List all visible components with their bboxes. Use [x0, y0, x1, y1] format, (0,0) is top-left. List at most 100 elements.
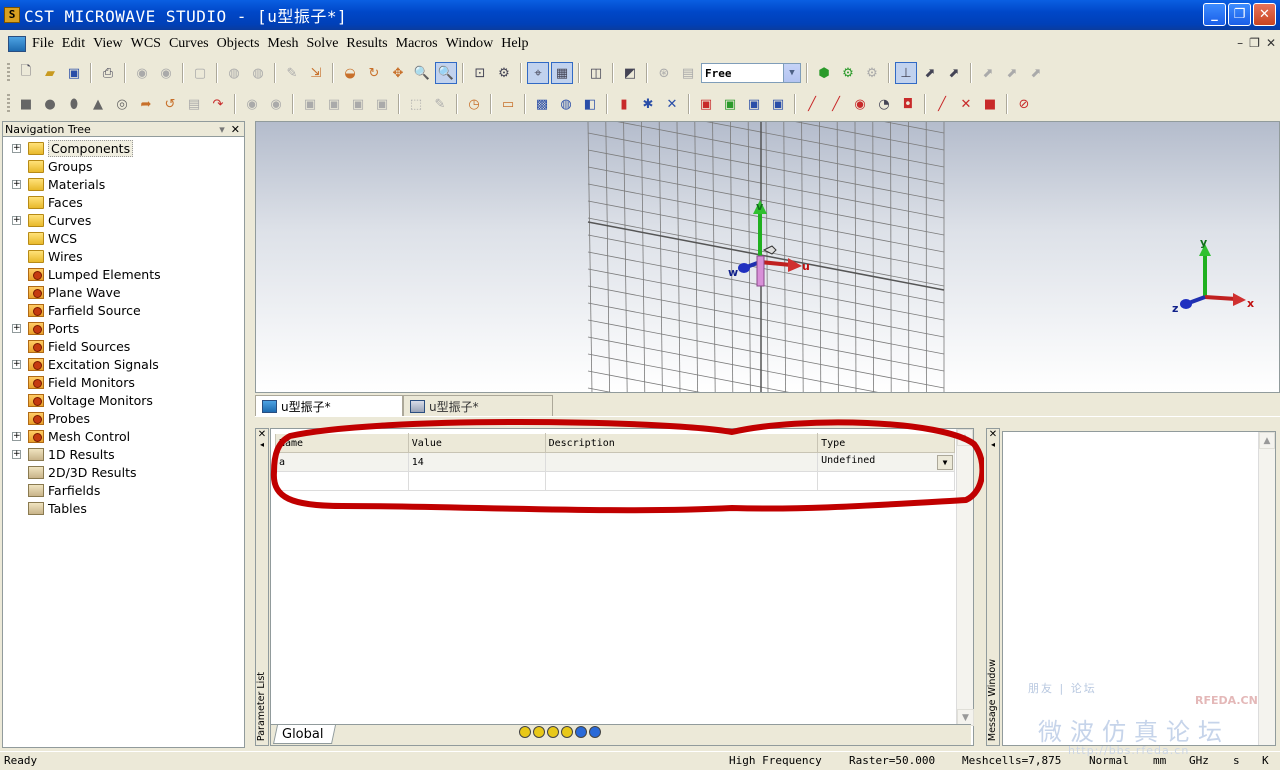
doc-minimize-button[interactable]: –: [1237, 36, 1243, 50]
menu-wcs[interactable]: WCS: [127, 32, 165, 56]
edit-icon[interactable]: ✎: [281, 62, 303, 84]
table-row[interactable]: a 14 Undefined ▼: [275, 452, 955, 472]
scroll-up-icon[interactable]: ▲: [957, 429, 973, 446]
menu-solve[interactable]: Solve: [303, 32, 343, 56]
3d-scene[interactable]: v u w y x z: [256, 122, 1280, 393]
tab-global[interactable]: Global: [272, 725, 337, 744]
expand-icon[interactable]: +: [12, 179, 21, 189]
line-icon[interactable]: ╱: [801, 93, 823, 115]
extrude-icon[interactable]: ➦: [135, 93, 157, 115]
document-icon[interactable]: [8, 36, 26, 52]
shape-icon[interactable]: ◩: [619, 62, 641, 84]
tree-item[interactable]: Probes: [3, 409, 244, 427]
rectangle-icon[interactable]: ■: [979, 93, 1001, 115]
menu-view[interactable]: View: [89, 32, 126, 56]
type-dropdown-icon[interactable]: ▼: [937, 454, 953, 470]
cone-icon[interactable]: ▲: [87, 93, 109, 115]
tree-item[interactable]: + Mesh Control: [3, 427, 244, 445]
message-window-collapse-icon[interactable]: ◂: [987, 440, 999, 449]
parameter-list-scrollbar[interactable]: ▲ ▼: [956, 429, 974, 726]
tree-item[interactable]: Wires: [3, 247, 244, 265]
wcs-toggle-icon[interactable]: ⌖: [527, 62, 549, 84]
expand-icon[interactable]: +: [12, 323, 21, 333]
transform-icon[interactable]: ▣: [299, 93, 321, 115]
mode-select[interactable]: Free ▼: [701, 63, 801, 83]
param-value-cell[interactable]: [407, 471, 546, 491]
param-type-cell[interactable]: Undefined ▼: [817, 452, 955, 472]
arc-icon[interactable]: ◔: [873, 93, 895, 115]
parameter-list-collapse-icon[interactable]: ◂: [256, 440, 268, 449]
symmetry-icon[interactable]: ◧: [579, 93, 601, 115]
view-settings-icon[interactable]: ⚙: [493, 62, 515, 84]
bend-icon[interactable]: ↷: [207, 93, 229, 115]
scale-icon[interactable]: ▣: [371, 93, 393, 115]
torus-icon[interactable]: ◎: [111, 93, 133, 115]
waveguide-port-icon[interactable]: ▮: [613, 93, 635, 115]
measure-3-icon[interactable]: ⬈: [1025, 62, 1047, 84]
rotate-icon[interactable]: ◒: [339, 62, 361, 84]
reset-view-icon[interactable]: ⊡: [469, 62, 491, 84]
parameter-list-close-icon[interactable]: ✕: [256, 429, 268, 440]
tree-item[interactable]: WCS: [3, 229, 244, 247]
solid-icon[interactable]: ⬢: [813, 62, 835, 84]
menu-file[interactable]: File: [28, 32, 58, 56]
mirror-icon[interactable]: ▣: [323, 93, 345, 115]
background-icon[interactable]: ▩: [531, 93, 553, 115]
doc-close-button[interactable]: ✕: [1266, 36, 1276, 50]
tab-3d-document[interactable]: u型振子*: [255, 395, 403, 416]
tree-item[interactable]: + Excitation Signals: [3, 355, 244, 373]
column-type[interactable]: Type: [817, 433, 955, 453]
tree-item[interactable]: +1D Results: [3, 445, 244, 463]
menu-mesh[interactable]: Mesh: [263, 32, 302, 56]
save-icon[interactable]: ▣: [63, 62, 85, 84]
table-row[interactable]: [275, 471, 955, 491]
pick-icon[interactable]: ▤: [677, 62, 699, 84]
curve-line-icon[interactable]: ╱: [931, 93, 953, 115]
units-icon[interactable]: ▭: [497, 93, 519, 115]
tree-item[interactable]: Plane Wave: [3, 283, 244, 301]
tree-item[interactable]: Faces: [3, 193, 244, 211]
tree-item[interactable]: + Components: [3, 139, 244, 157]
panel-close-icon[interactable]: ✕: [231, 123, 240, 136]
pan-icon[interactable]: ✥: [387, 62, 409, 84]
blend-icon[interactable]: ✎: [429, 93, 451, 115]
menu-edit[interactable]: Edit: [58, 32, 89, 56]
column-value[interactable]: Value: [407, 433, 546, 453]
mesh-view-icon[interactable]: ⚙: [837, 62, 859, 84]
history-list-icon[interactable]: ◷: [463, 93, 485, 115]
expand-icon[interactable]: +: [12, 359, 21, 369]
align-wcs-icon[interactable]: ⬚: [405, 93, 427, 115]
close-button[interactable]: ✕: [1253, 3, 1276, 26]
param-description-cell[interactable]: [544, 452, 819, 472]
param-description-cell[interactable]: [544, 471, 819, 491]
message-window-scrollbar[interactable]: ▲: [1258, 432, 1275, 745]
3d-view[interactable]: v u w y x z: [255, 121, 1280, 393]
tree-item[interactable]: + Materials: [3, 175, 244, 193]
sphere-icon[interactable]: ●: [39, 93, 61, 115]
tree-item[interactable]: + Ports: [3, 319, 244, 337]
measure-2-icon[interactable]: ⬈: [1001, 62, 1023, 84]
chevron-down-icon[interactable]: ▼: [783, 64, 800, 82]
maximize-button[interactable]: ❐: [1228, 3, 1251, 26]
menu-curves[interactable]: Curves: [165, 32, 213, 56]
cylinder-icon[interactable]: ⬮: [63, 93, 85, 115]
integral-solver-icon[interactable]: ▣: [767, 93, 789, 115]
discrete-port-icon[interactable]: ✱: [637, 93, 659, 115]
new-file-icon[interactable]: 🗋: [15, 62, 37, 84]
copy-icon[interactable]: ▢: [189, 62, 211, 84]
menu-results[interactable]: Results: [342, 32, 391, 56]
probe-icon[interactable]: ✕: [661, 93, 683, 115]
menu-macros[interactable]: Macros: [392, 32, 442, 56]
boolean-add-icon[interactable]: ◉: [241, 93, 263, 115]
result-export-icon[interactable]: ⬈: [943, 62, 965, 84]
import-icon[interactable]: ⇲: [305, 62, 327, 84]
expand-icon[interactable]: +: [12, 449, 21, 459]
tree-item[interactable]: 2D/3D Results: [3, 463, 244, 481]
menu-help[interactable]: Help: [497, 32, 532, 56]
eigenmode-solver-icon[interactable]: ▣: [743, 93, 765, 115]
tree-item[interactable]: Field Sources: [3, 337, 244, 355]
print-icon[interactable]: ⎙: [97, 62, 119, 84]
info-icon[interactable]: ◉: [155, 62, 177, 84]
menu-objects[interactable]: Objects: [213, 32, 264, 56]
param-value-cell[interactable]: 14: [407, 452, 546, 472]
